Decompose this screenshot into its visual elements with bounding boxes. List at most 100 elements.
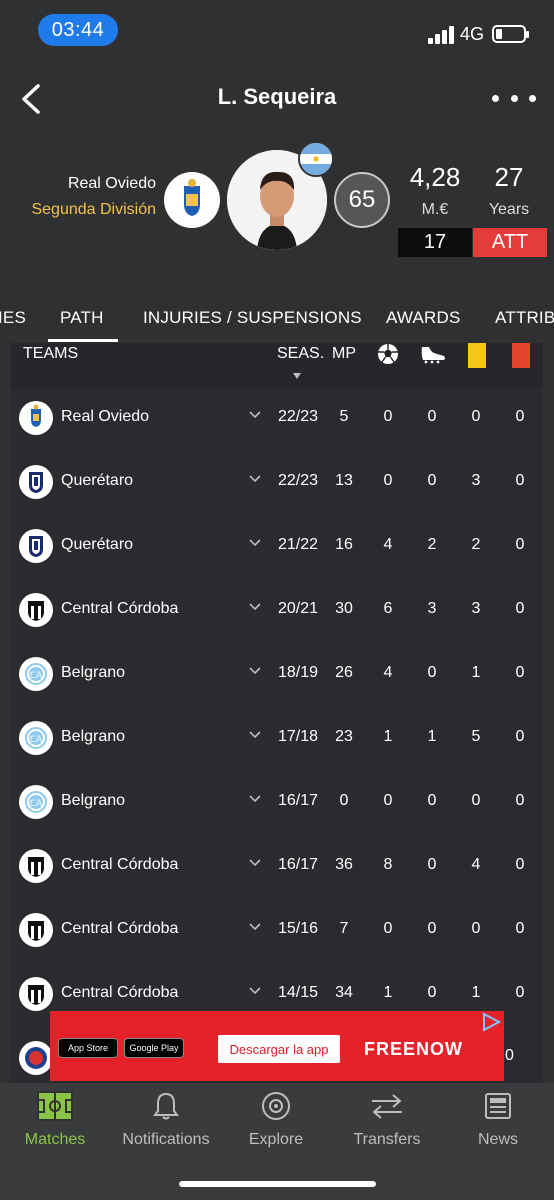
chevron-down-icon[interactable]	[249, 793, 261, 805]
nav-notifications[interactable]: Notifications	[111, 1091, 221, 1161]
row-club-name: Central Córdoba	[61, 920, 179, 937]
assists-boot-icon[interactable]	[419, 343, 447, 370]
nav-explore[interactable]: Explore	[221, 1091, 331, 1161]
ad-download-button[interactable]: Descargar la app	[218, 1035, 340, 1063]
google-play-badge[interactable]: Google Play	[124, 1038, 184, 1058]
club-logo-icon: CA	[19, 721, 53, 755]
player-league[interactable]: Segunda División	[31, 201, 156, 219]
tab-attributes[interactable]: ATTRIB	[495, 308, 554, 328]
chevron-down-icon[interactable]	[249, 857, 261, 869]
header-season[interactable]: SEAS.	[277, 345, 324, 363]
chevron-down-icon[interactable]	[249, 665, 261, 677]
chevron-down-icon[interactable]	[249, 985, 261, 997]
row-goals: 0	[383, 408, 393, 425]
chevron-down-icon[interactable]	[249, 729, 261, 741]
row-assists: 0	[427, 664, 437, 681]
player-team[interactable]: Real Oviedo	[68, 175, 156, 193]
table-row[interactable]: Central Córdoba 16/17 36 8 0 4 0	[11, 835, 543, 898]
signal-icon	[428, 26, 456, 44]
tab-matches[interactable]: IES	[0, 308, 26, 328]
nav-transfers[interactable]: Transfers	[332, 1091, 442, 1161]
shirt-number: 17	[398, 228, 472, 257]
club-logo-icon	[19, 1041, 53, 1075]
tab-injuries-suspensions[interactable]: INJURIES / SUSPENSIONS	[143, 308, 362, 328]
row-club-name: Central Córdoba	[61, 856, 179, 873]
row-goals: 0	[383, 472, 393, 489]
row-yellow-cards: 1	[471, 984, 481, 1001]
row-club-name: Central Córdoba	[61, 984, 179, 1001]
club-logo-icon	[19, 977, 53, 1011]
row-yellow-cards: 3	[471, 472, 481, 489]
nationality-flag-icon	[298, 141, 334, 177]
row-matches-played: 5	[339, 408, 349, 425]
row-yellow-cards: 2	[471, 536, 481, 553]
table-header: TEAMS SEAS. MP	[11, 343, 543, 393]
nav-matches[interactable]: Matches	[0, 1091, 110, 1161]
club-logo-icon	[19, 529, 53, 563]
table-row[interactable]: Querétaro 22/23 13 0 0 3 0	[11, 451, 543, 514]
more-options-button[interactable]	[492, 86, 536, 110]
row-goals: 1	[383, 984, 393, 1001]
goals-ball-icon[interactable]	[377, 343, 399, 370]
table-row[interactable]: Central Córdoba 20/21 30 6 3 3 0	[11, 579, 543, 642]
header-matches-played[interactable]: MP	[332, 345, 356, 363]
row-assists: 0	[427, 984, 437, 1001]
club-logo-icon	[19, 401, 53, 435]
row-yellow-cards: 4	[471, 856, 481, 873]
row-club-name: Central Córdoba	[61, 600, 179, 617]
club-logo-icon: CA	[19, 785, 53, 819]
row-yellow-cards: 0	[471, 792, 481, 809]
table-row[interactable]: CA Belgrano 17/18 23 1 1 5 0	[11, 707, 543, 770]
partial-row-value: 0	[505, 1047, 514, 1064]
row-club-name: Belgrano	[61, 728, 126, 745]
nav-news[interactable]: News	[443, 1091, 553, 1161]
table-row[interactable]: CA Belgrano 18/19 26 4 0 1 0	[11, 643, 543, 706]
club-crest-icon[interactable]	[164, 172, 220, 228]
tab-awards[interactable]: AWARDS	[386, 308, 461, 328]
row-season: 16/17	[277, 792, 319, 809]
row-season: 18/19	[277, 664, 319, 681]
row-season: 14/15	[277, 984, 319, 1001]
career-path-table: TEAMS SEAS. MP Real Oviedo 22/23 5 0 0 0 0 Quer…	[11, 343, 543, 1083]
market-value-unit: M.€	[421, 201, 449, 218]
row-red-cards: 0	[515, 920, 525, 937]
table-row[interactable]: Querétaro 21/22 16 4 2 2 0	[11, 515, 543, 578]
row-assists: 3	[427, 600, 437, 617]
row-assists: 0	[427, 856, 437, 873]
advertisement-banner[interactable]: App Store Google Play Descargar la app F…	[50, 1011, 504, 1081]
row-season: 20/21	[277, 600, 319, 617]
red-card-icon[interactable]	[512, 343, 530, 373]
row-club-name: Querétaro	[61, 472, 134, 489]
chevron-down-icon[interactable]	[249, 537, 261, 549]
row-red-cards: 0	[515, 792, 525, 809]
row-club-name: Belgrano	[61, 664, 126, 681]
row-yellow-cards: 3	[471, 600, 481, 617]
row-matches-played: 0	[339, 792, 349, 809]
row-assists: 0	[427, 920, 437, 937]
row-goals: 0	[383, 920, 393, 937]
chevron-down-icon[interactable]	[249, 409, 261, 421]
player-age-unit: Years	[488, 201, 530, 218]
table-row[interactable]: CA Belgrano 16/17 0 0 0 0 0	[11, 771, 543, 834]
yellow-card-icon[interactable]	[468, 343, 486, 373]
tab-path[interactable]: PATH	[60, 308, 104, 328]
svg-text:CA: CA	[30, 735, 43, 745]
nav-matches-label: Matches	[24, 1131, 86, 1148]
chevron-down-icon[interactable]	[249, 473, 261, 485]
nav-explore-label: Explore	[248, 1131, 304, 1148]
row-club-name: Belgrano	[61, 792, 126, 809]
row-season: 22/23	[277, 472, 319, 489]
page-title: L. Sequeira	[217, 84, 337, 109]
table-row[interactable]: Real Oviedo 22/23 5 0 0 0 0	[11, 387, 543, 450]
club-logo-icon	[19, 913, 53, 947]
app-store-badge[interactable]: App Store	[58, 1038, 118, 1058]
compass-icon	[262, 1092, 290, 1120]
row-club-name: Real Oviedo	[61, 408, 150, 425]
adchoices-icon[interactable]	[480, 1011, 502, 1033]
row-goals: 4	[383, 536, 393, 553]
chevron-down-icon[interactable]	[249, 921, 261, 933]
table-row[interactable]: Central Córdoba 15/16 7 0 0 0 0	[11, 899, 543, 962]
bell-icon	[153, 1092, 179, 1120]
sort-desc-icon	[293, 373, 301, 379]
chevron-down-icon[interactable]	[249, 601, 261, 613]
